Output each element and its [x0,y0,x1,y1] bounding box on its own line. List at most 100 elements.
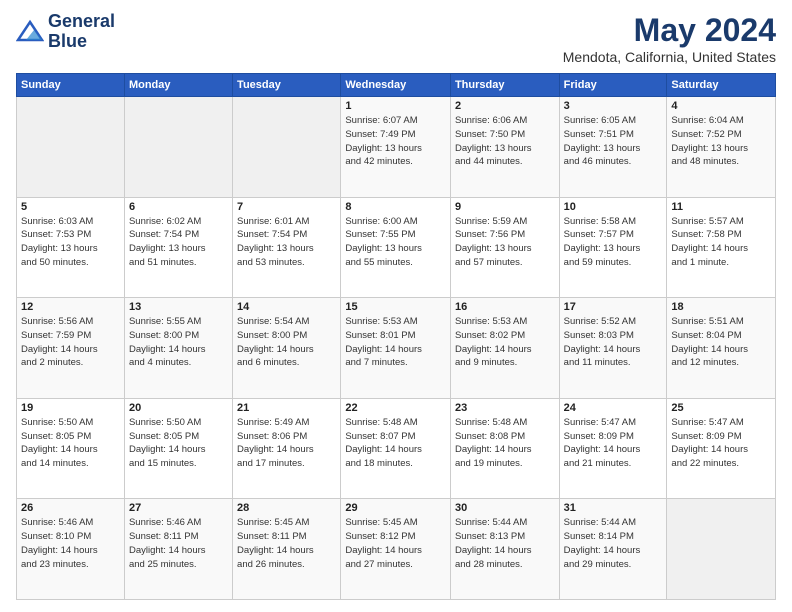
day-info: Sunrise: 6:02 AM Sunset: 7:54 PM Dayligh… [129,215,228,270]
calendar-cell: 19 Sunrise: 5:50 AM Sunset: 8:05 PM Dayli… [17,398,125,499]
logo-icon [16,18,44,46]
day-number: 12 [21,301,120,313]
day-info: Sunrise: 5:44 AM Sunset: 8:14 PM Dayligh… [564,516,663,571]
day-number: 4 [671,100,771,112]
calendar-cell: 6 Sunrise: 6:02 AM Sunset: 7:54 PM Daylig… [124,197,232,298]
day-info: Sunrise: 5:58 AM Sunset: 7:57 PM Dayligh… [564,215,663,270]
calendar-cell: 31 Sunrise: 5:44 AM Sunset: 8:14 PM Dayli… [559,499,667,600]
calendar-cell: 22 Sunrise: 5:48 AM Sunset: 8:07 PM Dayli… [341,398,451,499]
day-number: 28 [237,502,336,514]
day-info: Sunrise: 5:51 AM Sunset: 8:04 PM Dayligh… [671,315,771,370]
calendar-week-1: 1 Sunrise: 6:07 AM Sunset: 7:49 PM Daylig… [17,97,776,198]
calendar-week-2: 5 Sunrise: 6:03 AM Sunset: 7:53 PM Daylig… [17,197,776,298]
day-number: 1 [345,100,446,112]
day-info: Sunrise: 5:46 AM Sunset: 8:10 PM Dayligh… [21,516,120,571]
day-number: 18 [671,301,771,313]
day-info: Sunrise: 5:47 AM Sunset: 8:09 PM Dayligh… [671,416,771,471]
day-info: Sunrise: 5:46 AM Sunset: 8:11 PM Dayligh… [129,516,228,571]
day-number: 7 [237,201,336,213]
calendar-cell: 26 Sunrise: 5:46 AM Sunset: 8:10 PM Dayli… [17,499,125,600]
day-number: 11 [671,201,771,213]
day-info: Sunrise: 6:03 AM Sunset: 7:53 PM Dayligh… [21,215,120,270]
day-info: Sunrise: 5:57 AM Sunset: 7:58 PM Dayligh… [671,215,771,270]
day-number: 13 [129,301,228,313]
day-number: 26 [21,502,120,514]
calendar-cell: 1 Sunrise: 6:07 AM Sunset: 7:49 PM Daylig… [341,97,451,198]
day-info: Sunrise: 6:05 AM Sunset: 7:51 PM Dayligh… [564,114,663,169]
header: General Blue May 2024 Mendota, Californi… [16,12,776,65]
header-friday: Friday [559,74,667,97]
day-info: Sunrise: 6:07 AM Sunset: 7:49 PM Dayligh… [345,114,446,169]
day-info: Sunrise: 6:06 AM Sunset: 7:50 PM Dayligh… [455,114,555,169]
day-number: 31 [564,502,663,514]
logo-text-line1: General [48,12,115,32]
calendar-cell: 3Sunrise: 6:05 AM Sunset: 7:51 PM Daylig… [559,97,667,198]
calendar-cell: 29Sunrise: 5:45 AM Sunset: 8:12 PM Dayli… [341,499,451,600]
location: Mendota, California, United States [563,49,776,65]
calendar-week-4: 19 Sunrise: 5:50 AM Sunset: 8:05 PM Dayli… [17,398,776,499]
day-number: 5 [21,201,120,213]
calendar-week-3: 12Sunrise: 5:56 AM Sunset: 7:59 PM Dayli… [17,298,776,399]
day-number: 6 [129,201,228,213]
day-info: Sunrise: 5:50 AM Sunset: 8:05 PM Dayligh… [129,416,228,471]
day-number: 15 [345,301,446,313]
day-info: Sunrise: 5:53 AM Sunset: 8:02 PM Dayligh… [455,315,555,370]
calendar-cell [667,499,776,600]
header-sunday: Sunday [17,74,125,97]
calendar-cell: 17Sunrise: 5:52 AM Sunset: 8:03 PM Dayli… [559,298,667,399]
calendar-cell: 7 Sunrise: 6:01 AM Sunset: 7:54 PM Daylig… [233,197,341,298]
calendar-cell: 4 Sunrise: 6:04 AM Sunset: 7:52 PM Daylig… [667,97,776,198]
calendar-cell: 12Sunrise: 5:56 AM Sunset: 7:59 PM Dayli… [17,298,125,399]
calendar-cell: 24 Sunrise: 5:47 AM Sunset: 8:09 PM Dayli… [559,398,667,499]
calendar-cell: 11 Sunrise: 5:57 AM Sunset: 7:58 PM Dayli… [667,197,776,298]
calendar-week-5: 26 Sunrise: 5:46 AM Sunset: 8:10 PM Dayli… [17,499,776,600]
page: General Blue May 2024 Mendota, Californi… [0,0,792,612]
calendar-cell: 21Sunrise: 5:49 AM Sunset: 8:06 PM Dayli… [233,398,341,499]
day-info: Sunrise: 5:53 AM Sunset: 8:01 PM Dayligh… [345,315,446,370]
logo: General Blue [16,12,115,52]
day-number: 30 [455,502,555,514]
day-number: 19 [21,402,120,414]
day-number: 2 [455,100,555,112]
month-title: May 2024 [563,12,776,49]
calendar-cell: 8Sunrise: 6:00 AM Sunset: 7:55 PM Daylig… [341,197,451,298]
day-info: Sunrise: 5:54 AM Sunset: 8:00 PM Dayligh… [237,315,336,370]
calendar-cell: 28Sunrise: 5:45 AM Sunset: 8:11 PM Dayli… [233,499,341,600]
calendar-cell: 23Sunrise: 5:48 AM Sunset: 8:08 PM Dayli… [450,398,559,499]
calendar-cell [124,97,232,198]
calendar-cell: 10 Sunrise: 5:58 AM Sunset: 7:57 PM Dayli… [559,197,667,298]
calendar-cell: 20 Sunrise: 5:50 AM Sunset: 8:05 PM Dayli… [124,398,232,499]
day-number: 17 [564,301,663,313]
header-monday: Monday [124,74,232,97]
calendar-table: Sunday Monday Tuesday Wednesday Thursday… [16,73,776,600]
day-number: 22 [345,402,446,414]
header-saturday: Saturday [667,74,776,97]
calendar-cell: 16Sunrise: 5:53 AM Sunset: 8:02 PM Dayli… [450,298,559,399]
calendar-cell: 14Sunrise: 5:54 AM Sunset: 8:00 PM Dayli… [233,298,341,399]
day-info: Sunrise: 6:01 AM Sunset: 7:54 PM Dayligh… [237,215,336,270]
calendar-cell: 15 Sunrise: 5:53 AM Sunset: 8:01 PM Dayli… [341,298,451,399]
day-number: 23 [455,402,555,414]
day-number: 20 [129,402,228,414]
calendar-header-row: Sunday Monday Tuesday Wednesday Thursday… [17,74,776,97]
day-info: Sunrise: 5:44 AM Sunset: 8:13 PM Dayligh… [455,516,555,571]
calendar-cell: 13 Sunrise: 5:55 AM Sunset: 8:00 PM Dayli… [124,298,232,399]
calendar-cell: 18 Sunrise: 5:51 AM Sunset: 8:04 PM Dayli… [667,298,776,399]
header-tuesday: Tuesday [233,74,341,97]
calendar-cell: 25Sunrise: 5:47 AM Sunset: 8:09 PM Dayli… [667,398,776,499]
day-number: 9 [455,201,555,213]
calendar-cell [233,97,341,198]
day-info: Sunrise: 5:50 AM Sunset: 8:05 PM Dayligh… [21,416,120,471]
day-info: Sunrise: 5:55 AM Sunset: 8:00 PM Dayligh… [129,315,228,370]
day-number: 27 [129,502,228,514]
day-number: 10 [564,201,663,213]
calendar-cell: 27 Sunrise: 5:46 AM Sunset: 8:11 PM Dayli… [124,499,232,600]
day-number: 24 [564,402,663,414]
day-info: Sunrise: 6:00 AM Sunset: 7:55 PM Dayligh… [345,215,446,270]
day-info: Sunrise: 6:04 AM Sunset: 7:52 PM Dayligh… [671,114,771,169]
day-info: Sunrise: 5:59 AM Sunset: 7:56 PM Dayligh… [455,215,555,270]
day-number: 21 [237,402,336,414]
day-info: Sunrise: 5:47 AM Sunset: 8:09 PM Dayligh… [564,416,663,471]
day-info: Sunrise: 5:48 AM Sunset: 8:07 PM Dayligh… [345,416,446,471]
day-info: Sunrise: 5:45 AM Sunset: 8:12 PM Dayligh… [345,516,446,571]
